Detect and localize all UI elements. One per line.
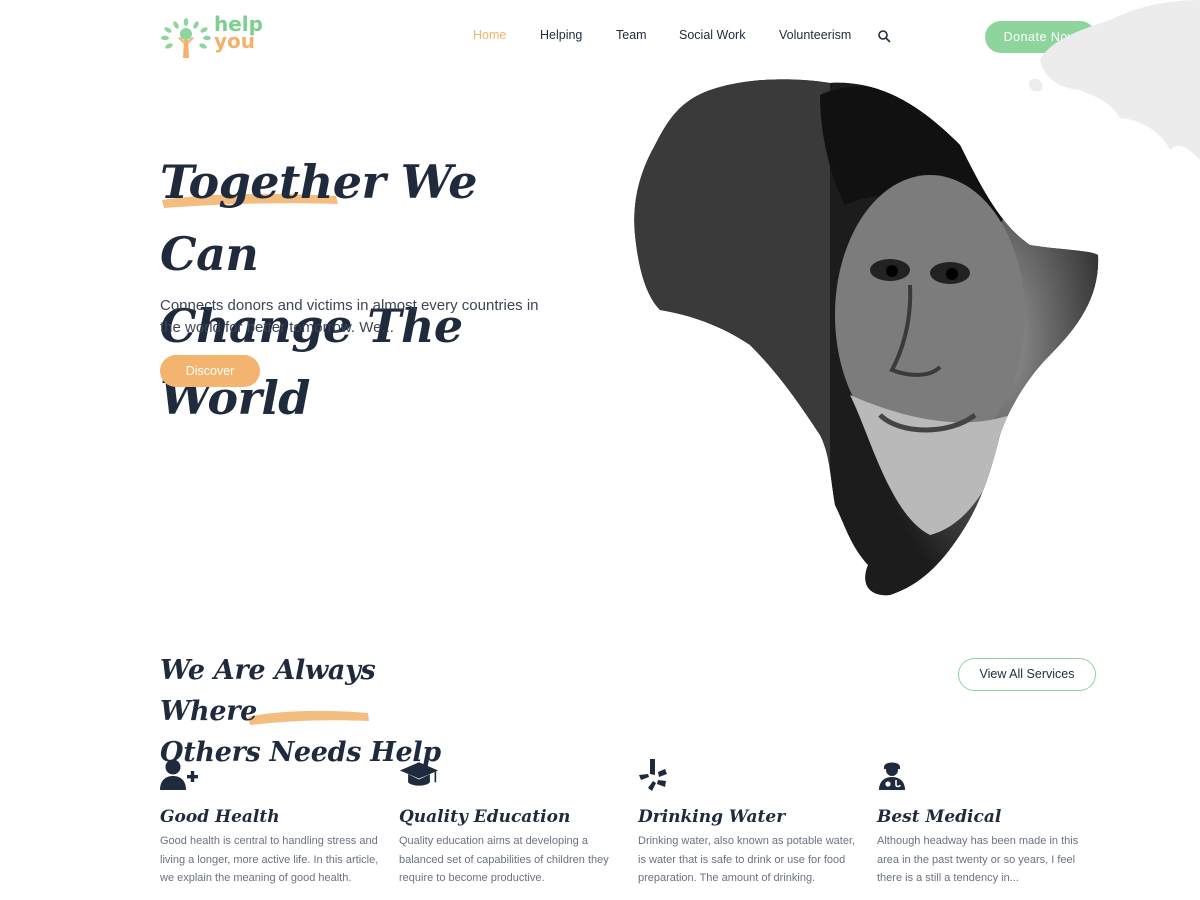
discover-button[interactable]: Discover (160, 355, 260, 387)
service-title: Drinking Water (638, 807, 786, 827)
service-title: Good Health (160, 807, 280, 827)
view-all-services-button[interactable]: View All Services (958, 658, 1096, 691)
service-card-good-health[interactable]: Good Health Good health is central to ha… (160, 758, 385, 888)
hero-title: Together We Can Change The World (160, 146, 590, 434)
services-section-title: We Are Always Where Others Needs Help (160, 650, 480, 773)
nav-item-social-work[interactable]: Social Work (679, 28, 745, 42)
nav-item-helping[interactable]: Helping (540, 28, 582, 42)
logo[interactable]: help you (160, 14, 280, 60)
search-icon[interactable] (877, 29, 891, 43)
yelp-icon (639, 759, 667, 791)
nav-item-volunteerism[interactable]: Volunteerism (779, 28, 851, 42)
service-description: Drinking water, also known as potable wa… (638, 835, 856, 884)
nav-item-team[interactable]: Team (616, 28, 647, 42)
africa-portrait-image (634, 79, 1099, 596)
service-card-drinking-water[interactable]: Drinking Water Drinking water, also know… (638, 758, 863, 888)
logo-wordmark: help you (214, 14, 263, 51)
service-description: Although headway has been made in this a… (877, 835, 1079, 884)
service-title: Best Medical (877, 807, 1002, 827)
service-title: Quality Education (399, 807, 571, 827)
service-description: Quality education aims at developing a b… (399, 835, 609, 884)
nav-item-home[interactable]: Home (473, 28, 506, 42)
service-card-best-medical[interactable]: Best Medical Although headway has been m… (877, 758, 1102, 888)
hero-title-highlight: Together (160, 155, 386, 209)
user-doctor-icon (879, 762, 905, 790)
user-plus-icon (160, 759, 198, 790)
services-title-line1: We Are Always Where (160, 655, 376, 727)
hero-description: Connects donors and victims in almost ev… (160, 297, 539, 336)
graduation-cap-icon (399, 762, 439, 786)
service-description: Good health is central to handling stres… (160, 835, 379, 884)
service-card-quality-education[interactable]: Quality Education Quality education aims… (399, 758, 624, 888)
tree-logo-icon (161, 18, 211, 58)
